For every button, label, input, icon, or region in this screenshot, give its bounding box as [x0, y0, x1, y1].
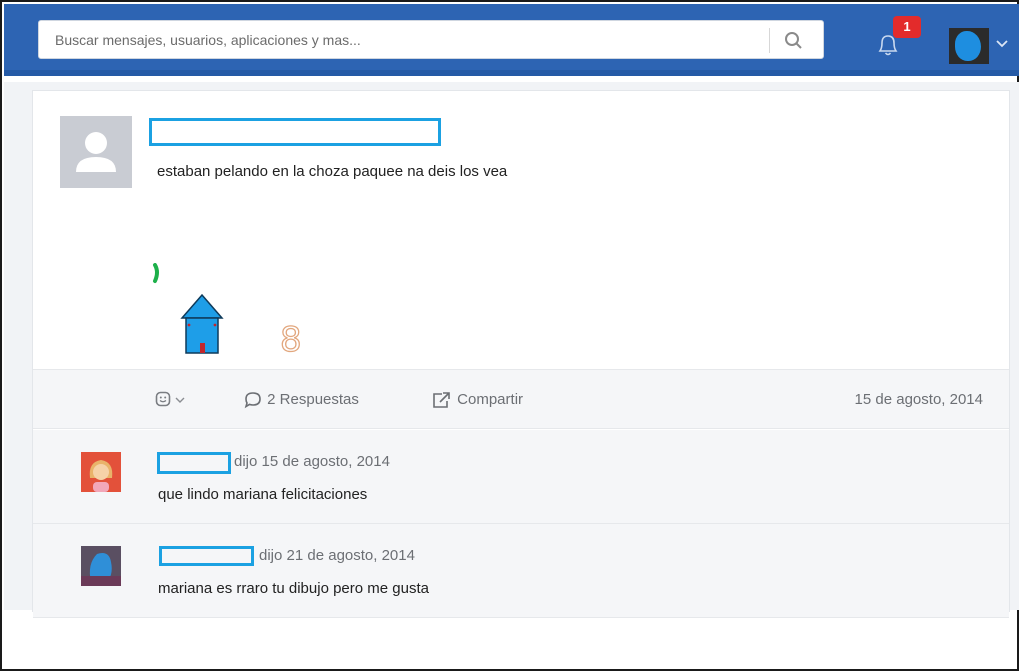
post-card: estaban pelando en la choza paquee na de… — [32, 90, 1010, 618]
post-actions-bar: 2 Respuestas Compartir 15 de agosto, 201… — [33, 369, 1009, 429]
comment-meta: dijo 21 de agosto, 2014 — [259, 547, 415, 564]
house-icon — [180, 293, 224, 354]
chevron-down-icon[interactable] — [994, 36, 1010, 52]
notification-badge[interactable]: 1 — [893, 16, 921, 38]
share-button[interactable]: Compartir — [431, 370, 523, 430]
commenter-name-redacted[interactable] — [157, 452, 231, 474]
replies-button[interactable]: 2 Respuestas — [243, 370, 359, 430]
post-text: estaban pelando en la choza paquee na de… — [157, 163, 508, 180]
comment-icon — [244, 392, 261, 409]
search-divider — [769, 28, 770, 53]
search-box[interactable]: Buscar mensajes, usuarios, aplicaciones … — [38, 20, 824, 59]
reaction-button[interactable] — [155, 370, 187, 430]
comment-item: dijo 21 de agosto, 2014 mariana es rraro… — [33, 524, 1009, 618]
screenshot-frame: Buscar mensajes, usuarios, aplicaciones … — [0, 0, 1019, 671]
avatar-image — [955, 31, 981, 61]
emoji-icon — [155, 391, 185, 407]
post-drawing: 8 — [153, 263, 302, 361]
share-label[interactable]: Compartir — [457, 391, 523, 408]
user-avatar[interactable] — [949, 28, 989, 64]
green-stroke-icon — [153, 263, 159, 283]
person-icon — [76, 132, 116, 172]
share-icon — [433, 392, 450, 408]
search-input[interactable]: Buscar mensajes, usuarios, aplicaciones … — [55, 21, 755, 60]
author-name-redacted[interactable] — [149, 118, 441, 146]
default-avatar-icon[interactable] — [60, 116, 132, 188]
commenter-avatar[interactable] — [81, 452, 121, 492]
comment-text: mariana es rraro tu dibujo pero me gusta — [158, 580, 429, 597]
comment-item: dijo 15 de agosto, 2014 que lindo marian… — [33, 430, 1009, 524]
commenter-name-redacted[interactable] — [159, 546, 254, 566]
main-content: estaban pelando en la choza paquee na de… — [4, 82, 1019, 618]
commenter-avatar[interactable] — [81, 546, 121, 586]
top-navigation-bar: Buscar mensajes, usuarios, aplicaciones … — [4, 4, 1019, 76]
eight-digit: 8 — [280, 320, 302, 360]
replies-label[interactable]: 2 Respuestas — [267, 391, 359, 408]
search-icon[interactable] — [783, 30, 805, 52]
girl-avatar-icon — [89, 460, 113, 492]
comment-text: que lindo mariana felicitaciones — [158, 486, 368, 503]
comment-meta: dijo 15 de agosto, 2014 — [234, 453, 390, 470]
post-date: 15 de agosto, 2014 — [854, 391, 983, 408]
photo-avatar-icon — [81, 546, 121, 586]
